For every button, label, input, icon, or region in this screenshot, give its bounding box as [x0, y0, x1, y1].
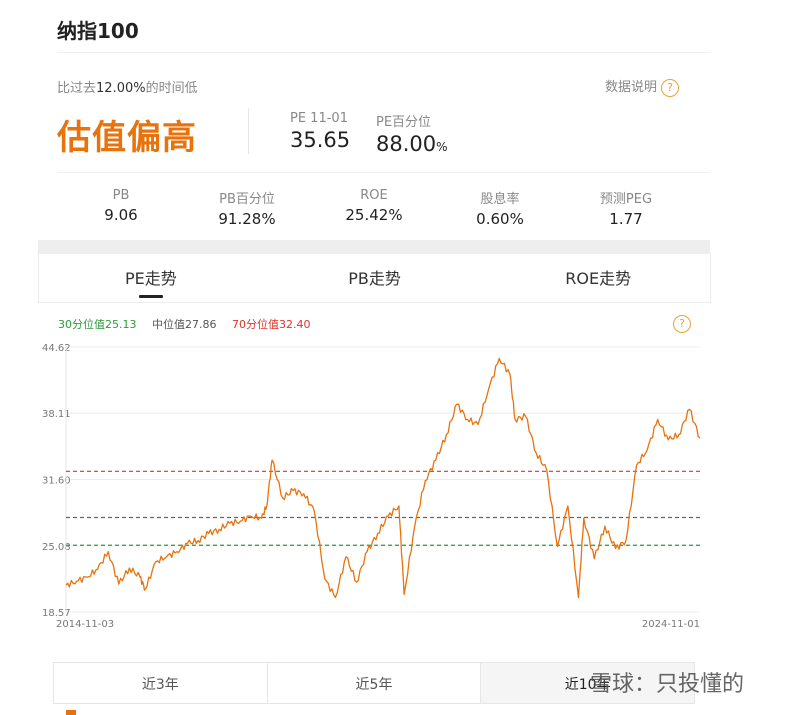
subtitle-suffix: 的时间低: [145, 81, 198, 96]
pe-chart: 18.5725.0831.6038.1144.622014-11-03 2024-…: [42, 343, 701, 630]
tab-pb-trend[interactable]: PB走势: [263, 254, 487, 302]
pe-percentile-metric: PE百分位 88.00%: [376, 111, 448, 156]
stats-divider: [57, 172, 710, 173]
subtitle-prefix: 比过去: [57, 81, 97, 96]
page-title: 纳指100: [57, 19, 139, 43]
tab-roe-trend[interactable]: ROE走势: [486, 254, 710, 302]
stat-value: 9.06: [104, 206, 138, 224]
pe-metric: PE 11-01 35.65: [290, 111, 350, 152]
period-3y-button[interactable]: 近3年: [54, 663, 268, 703]
stat-dividend-yield: 股息率 0.60%: [440, 188, 560, 228]
valuation-subtitle: 比过去12.00%的时间低: [57, 77, 198, 96]
watermark-text: 雪球：只投懂的: [590, 672, 745, 697]
stat-label: 预测PEG: [599, 192, 653, 207]
stat-roe: ROE 25.42%: [314, 188, 434, 224]
stat-label: PB百分位: [219, 192, 275, 207]
pe-series-line: [65, 357, 701, 599]
question-icon: ?: [661, 78, 680, 97]
pe-percentile-value: 88.00: [376, 132, 437, 156]
footer-bullet: [66, 710, 76, 715]
period-5y-button[interactable]: 近5年: [268, 663, 482, 703]
stat-label: ROE: [360, 188, 388, 203]
pe-label: PE 11-01: [290, 111, 348, 126]
x-tick-label-start: 2014-11-03: [56, 619, 114, 630]
pe-percentile-unit: %: [436, 140, 448, 154]
stat-pb-percentile: PB百分位 91.28%: [187, 188, 307, 228]
header-divider: [57, 52, 710, 53]
stat-label: PB: [112, 188, 130, 203]
vertical-divider: [248, 108, 249, 154]
data-help-label: 数据说明: [605, 80, 658, 95]
subtitle-percent: 12.00%: [96, 81, 146, 96]
stat-value: 1.77: [609, 210, 643, 228]
pe-percentile-value-wrap: 88.00%: [376, 132, 448, 156]
stat-label: 股息率: [480, 192, 520, 207]
trend-tabs: PE走势 PB走势 ROE走势: [38, 254, 711, 303]
stat-value: 0.60%: [476, 210, 524, 228]
valuation-status: 估值偏高: [57, 118, 197, 158]
stat-value: 91.28%: [218, 210, 276, 228]
stat-forecast-peg: 预测PEG 1.77: [566, 188, 686, 228]
section-separator: [38, 240, 710, 254]
data-help-link[interactable]: 数据说明?: [605, 76, 680, 97]
pe-value: 35.65: [290, 128, 351, 152]
stat-pb: PB 9.06: [61, 188, 181, 224]
pe-percentile-label: PE百分位: [376, 115, 432, 130]
stat-value: 25.42%: [345, 206, 403, 224]
tab-pe-trend[interactable]: PE走势: [39, 254, 263, 302]
x-tick-label-end: 2024-11-01: [642, 619, 700, 630]
